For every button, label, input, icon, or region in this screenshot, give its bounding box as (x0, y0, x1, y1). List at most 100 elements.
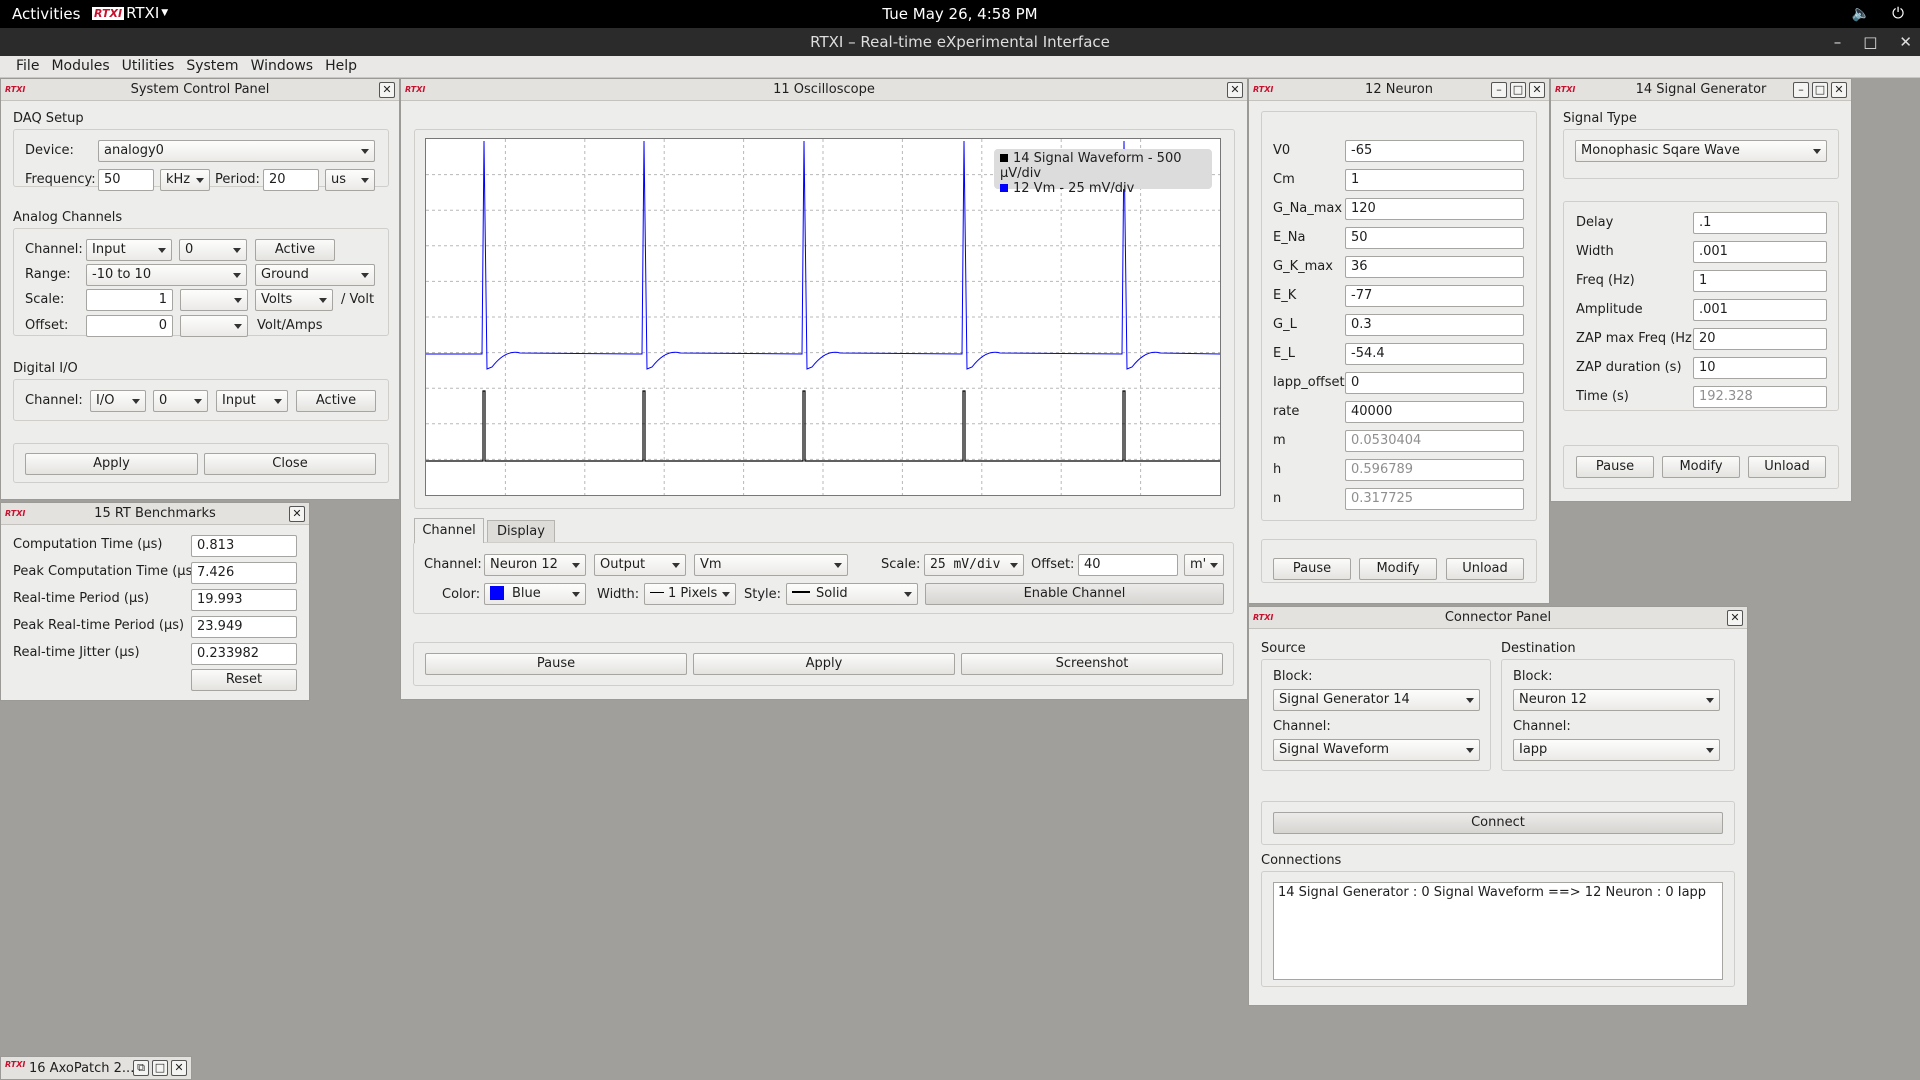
width-input[interactable]: .001 (1693, 241, 1827, 263)
close-icon[interactable]: ✕ (289, 506, 305, 522)
channel-variable-select[interactable]: Vm (694, 554, 848, 576)
menu-file[interactable]: File (10, 56, 45, 77)
close-icon[interactable]: ✕ (1529, 82, 1545, 98)
maximize-icon[interactable]: □ (1863, 28, 1877, 56)
signal-pause-button[interactable]: Pause (1576, 456, 1654, 478)
clock[interactable]: Tue May 26, 4:58 PM (0, 5, 1920, 23)
period-unit-select[interactable]: us (325, 169, 375, 191)
param-gna-max-input[interactable]: 120 (1345, 198, 1524, 220)
delay-input[interactable]: .1 (1693, 212, 1827, 234)
minimize-icon[interactable]: – (1491, 82, 1507, 98)
range-select[interactable]: -10 to 10 (86, 264, 247, 286)
source-block-select[interactable]: Signal Generator 14 (1273, 689, 1480, 711)
frequency-input[interactable]: 50 (98, 169, 154, 191)
channel-direction-select[interactable]: Output (594, 554, 686, 576)
param-ena-input[interactable]: 50 (1345, 227, 1524, 249)
channel-type-select[interactable]: Input (86, 239, 172, 261)
signal-type-select[interactable]: Monophasic Sqare Wave (1575, 140, 1827, 162)
dest-block-select[interactable]: Neuron 12 (1513, 689, 1720, 711)
time-value: 192.328 (1693, 386, 1827, 408)
channel-number-select[interactable]: 0 (179, 239, 247, 261)
analog-active-button[interactable]: Active (255, 239, 335, 261)
benchmark-label: Peak Real-time Period (µs) (13, 618, 185, 633)
device-select[interactable]: analogy0 (98, 140, 375, 162)
param-label: G_K_max (1273, 259, 1333, 274)
minimize-icon[interactable]: – (1834, 28, 1842, 56)
param-rate-input[interactable]: 40000 (1345, 401, 1524, 423)
close-icon[interactable]: ✕ (171, 1060, 187, 1076)
source-channel-select[interactable]: Signal Waveform (1273, 739, 1480, 761)
dio-active-button[interactable]: Active (296, 390, 376, 412)
connections-list[interactable]: 14 Signal Generator : 0 Signal Waveform … (1273, 882, 1723, 980)
scale-select[interactable]: 25 mV/div (924, 554, 1024, 576)
apply-button[interactable]: Apply (693, 653, 955, 675)
close-icon[interactable]: ✕ (379, 82, 395, 98)
peak-computation-time-value: 7.426 (191, 562, 297, 584)
channel-block-select[interactable]: Neuron 12 (484, 554, 586, 576)
offset-input[interactable]: 0 (86, 315, 173, 337)
restore-icon[interactable]: ⧉ (133, 1060, 149, 1076)
menu-system[interactable]: System (180, 56, 244, 77)
close-button[interactable]: Close (204, 453, 376, 475)
dio-type-select[interactable]: I/O (90, 390, 146, 412)
tab-channel[interactable]: Channel (414, 518, 484, 543)
param-iapp-offset-input[interactable]: 0 (1345, 372, 1524, 394)
pause-button[interactable]: Pause (425, 653, 687, 675)
menu-windows[interactable]: Windows (245, 56, 320, 77)
scale-input[interactable]: 1 (86, 289, 173, 311)
style-select[interactable]: Solid (786, 583, 918, 605)
param-gl-input[interactable]: 0.3 (1345, 314, 1524, 336)
period-input[interactable]: 20 (263, 169, 319, 191)
signal-modify-button[interactable]: Modify (1662, 456, 1740, 478)
offset-unit-select[interactable]: m' (1184, 554, 1224, 576)
menu-modules[interactable]: Modules (45, 56, 115, 77)
maximize-icon[interactable]: □ (1812, 82, 1828, 98)
connect-button[interactable]: Connect (1273, 812, 1723, 834)
screenshot-button[interactable]: Screenshot (961, 653, 1223, 675)
offset-input[interactable]: 40 (1078, 554, 1178, 576)
param-gk-max-input[interactable]: 36 (1345, 256, 1524, 278)
minimize-icon[interactable]: – (1793, 82, 1809, 98)
enable-channel-button[interactable]: Enable Channel (925, 583, 1224, 605)
dio-direction-select[interactable]: Input (216, 390, 288, 412)
neuron-pause-button[interactable]: Pause (1273, 558, 1351, 580)
color-select[interactable]: Blue (484, 583, 586, 605)
window-titlebar: RTXI Connector Panel ✕ (1249, 607, 1747, 629)
zap-max-freq-input[interactable]: 20 (1693, 328, 1827, 350)
reset-button[interactable]: Reset (191, 669, 297, 691)
close-icon[interactable]: ✕ (1727, 610, 1743, 626)
window-titlebar: RTXI 14 Signal Generator – □ ✕ (1551, 79, 1851, 101)
frequency-unit-select[interactable]: kHz (160, 169, 210, 191)
amplitude-input[interactable]: .001 (1693, 299, 1827, 321)
menu-utilities[interactable]: Utilities (116, 56, 181, 77)
close-icon[interactable]: ✕ (1227, 82, 1243, 98)
dest-channel-select[interactable]: Iapp (1513, 739, 1720, 761)
signal-unload-button[interactable]: Unload (1748, 456, 1826, 478)
scale-unit-select[interactable]: Volts (255, 289, 333, 311)
tab-display[interactable]: Display (487, 520, 555, 542)
param-ek-input[interactable]: -77 (1345, 285, 1524, 307)
system-tray[interactable]: 🔈 ⏻ (1851, 4, 1904, 22)
param-v0-input[interactable]: -65 (1345, 140, 1524, 162)
param-cm-input[interactable]: 1 (1345, 169, 1524, 191)
close-icon[interactable]: ✕ (1899, 28, 1912, 56)
oscilloscope-plot[interactable]: 14 Signal Waveform - 500 µV/div 12 Vm - … (425, 138, 1221, 496)
scale-prefix-select[interactable] (180, 289, 248, 311)
connection-item[interactable]: 14 Signal Generator : 0 Signal Waveform … (1278, 885, 1718, 900)
dio-number-select[interactable]: 0 (153, 390, 208, 412)
close-icon[interactable]: ✕ (1831, 82, 1847, 98)
width-select[interactable]: 1 Pixels (644, 583, 736, 605)
reference-select[interactable]: Ground (255, 264, 375, 286)
offset-prefix-select[interactable] (180, 315, 248, 337)
neuron-unload-button[interactable]: Unload (1446, 558, 1524, 580)
neuron-modify-button[interactable]: Modify (1359, 558, 1437, 580)
param-el-input[interactable]: -54.4 (1345, 343, 1524, 365)
apply-button[interactable]: Apply (25, 453, 198, 475)
zap-duration-input[interactable]: 10 (1693, 357, 1827, 379)
menu-help[interactable]: Help (319, 56, 363, 77)
maximize-icon[interactable]: □ (1510, 82, 1526, 98)
source-channel-label: Channel: (1273, 719, 1331, 734)
freq-input[interactable]: 1 (1693, 270, 1827, 292)
benchmark-label: Peak Computation Time (µs) (13, 564, 198, 579)
maximize-icon[interactable]: □ (152, 1060, 168, 1076)
